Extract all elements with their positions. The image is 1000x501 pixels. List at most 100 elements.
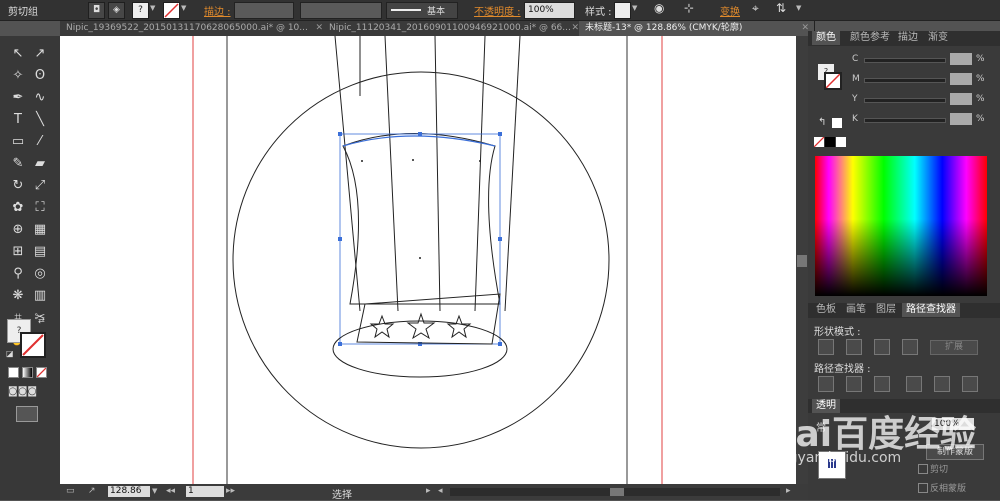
yellow-slider[interactable] [864, 98, 946, 103]
trim-icon[interactable] [846, 376, 862, 392]
expand-button[interactable]: 扩展 [930, 340, 978, 355]
scrollbar-thumb[interactable] [610, 488, 624, 496]
magenta-slider[interactable] [864, 78, 946, 83]
recolor-artwork-icon[interactable]: ◉ [654, 1, 664, 15]
tab-document-2[interactable]: Nipic_11120341_20160901100946921000.ai* … [323, 21, 585, 36]
artboard-nav-icon[interactable]: ▭ [66, 486, 75, 496]
panel-menu-icon[interactable]: ▼ [796, 4, 801, 12]
scale-tool-icon[interactable]: ⤢ [30, 176, 50, 196]
brush-definition-dropdown[interactable]: 基本 [386, 2, 458, 19]
paintbrush-tool-icon[interactable]: ⁄ [30, 132, 50, 152]
opacity-field[interactable]: 100% [524, 2, 575, 19]
scroll-left-icon[interactable]: ◂ [438, 486, 443, 496]
outer-circle[interactable] [232, 71, 610, 449]
black-slider[interactable] [864, 118, 946, 123]
shape-builder-tool-icon[interactable]: ⊕ [8, 220, 28, 240]
close-icon[interactable]: ✕ [315, 21, 323, 36]
isolate-group-button[interactable]: ◘ [88, 2, 105, 19]
align-to-icon[interactable]: ⊹ [684, 1, 694, 15]
intersect-icon[interactable] [874, 339, 890, 355]
graphic-style-swatch[interactable] [614, 2, 631, 19]
mesh-tool-icon[interactable]: ⊞ [8, 242, 28, 262]
fill-swatch-button[interactable]: ? [132, 2, 149, 19]
hat-stars[interactable] [369, 312, 472, 340]
edit-contents-button[interactable]: ◈ [108, 2, 125, 19]
tab-swatches[interactable]: 色板 [812, 303, 840, 317]
tab-layers[interactable]: 图层 [872, 303, 900, 317]
transform-label[interactable]: 变换 [720, 3, 740, 18]
status-menu-icon[interactable]: ▸ [426, 486, 431, 496]
gradient-mode-button[interactable] [22, 367, 33, 378]
artboard-number-field[interactable]: 1 [186, 486, 224, 497]
next-artboard-icon[interactable]: ▸▸ [226, 486, 235, 496]
draw-normal-icon[interactable]: ◙◙◙ [8, 386, 37, 397]
magic-wand-tool-icon[interactable]: ✧ [8, 66, 28, 86]
eyedropper-tool-icon[interactable]: ⚲ [8, 264, 28, 284]
cyan-slider[interactable] [864, 58, 946, 63]
tab-document-1[interactable]: Nipic_19369522_20150131170628065000.ai* … [60, 21, 329, 36]
black-swatch[interactable] [825, 137, 835, 147]
white-swatch[interactable] [836, 137, 846, 147]
divide-icon[interactable] [818, 376, 834, 392]
none-swatch[interactable] [813, 136, 825, 148]
close-icon[interactable]: ✕ [571, 21, 579, 36]
merge-icon[interactable] [874, 376, 890, 392]
cyan-value-field[interactable] [950, 53, 972, 65]
line-tool-icon[interactable]: ╲ [30, 110, 50, 130]
pen-tool-icon[interactable]: ✒ [8, 88, 28, 108]
blend-tool-icon[interactable]: ◎ [30, 264, 50, 284]
first-artboard-icon[interactable]: ◂◂ [166, 486, 175, 496]
default-colors-icon[interactable]: ◪ [6, 349, 14, 358]
free-transform-tool-icon[interactable]: ⛶ [30, 198, 50, 218]
color-spectrum[interactable] [815, 156, 987, 296]
tab-stroke[interactable]: 描边 [894, 31, 922, 45]
selected-path[interactable] [342, 135, 496, 147]
selection-bounding-box[interactable] [339, 133, 501, 345]
minus-front-icon[interactable] [846, 339, 862, 355]
export-icon[interactable]: ↗ [88, 486, 96, 496]
stroke-label[interactable]: 描边 : [204, 3, 231, 18]
black-value-field[interactable] [950, 113, 972, 125]
stroke-dropdown-icon[interactable]: ▼ [181, 4, 186, 12]
stroke-weight-field[interactable] [234, 2, 294, 19]
pencil-tool-icon[interactable]: ✎ [8, 154, 28, 174]
clip-checkbox[interactable] [918, 464, 928, 474]
magenta-value-field[interactable] [950, 73, 972, 85]
horizontal-scrollbar[interactable] [450, 488, 780, 496]
out-of-gamut-icon[interactable]: ↰ [818, 117, 826, 128]
screen-mode-button[interactable] [16, 406, 38, 422]
variable-width-dropdown[interactable] [300, 2, 382, 19]
fill-dropdown-icon[interactable]: ▼ [150, 4, 155, 12]
zoom-dropdown-icon[interactable]: ▼ [152, 487, 157, 495]
tab-pathfinder[interactable]: 路径查找器 [902, 303, 960, 317]
none-mode-button[interactable] [36, 367, 47, 378]
exclude-icon[interactable] [902, 339, 918, 355]
stroke-swatch[interactable] [20, 332, 46, 358]
opacity-label[interactable]: 不透明度 : [474, 3, 521, 18]
hat-brim[interactable] [332, 320, 508, 378]
rectangle-tool-icon[interactable]: ▭ [8, 132, 28, 152]
swap-colors-icon[interactable]: ⇄ [38, 316, 45, 325]
zoom-field[interactable]: 128.86 [108, 486, 150, 497]
color-mode-button[interactable] [8, 367, 19, 378]
scroll-right-icon[interactable]: ▸ [786, 486, 791, 496]
lasso-tool-icon[interactable]: ʘ [30, 66, 50, 86]
tab-brushes[interactable]: 画笔 [842, 303, 870, 317]
tab-color[interactable]: 颜色 [812, 31, 840, 45]
scrollbar-thumb[interactable] [797, 255, 807, 267]
column-graph-tool-icon[interactable]: ▥ [30, 286, 50, 306]
transform-again-icon[interactable]: ⌖ [752, 1, 759, 16]
tab-color-guide[interactable]: 颜色参考 [846, 31, 894, 45]
invert-mask-checkbox[interactable] [918, 483, 928, 493]
style-dropdown-icon[interactable]: ▼ [632, 4, 637, 12]
stroke-swatch-button[interactable] [163, 2, 180, 19]
warp-tool-icon[interactable]: ✿ [8, 198, 28, 218]
gradient-tool-icon[interactable]: ▤ [30, 242, 50, 262]
rotate-tool-icon[interactable]: ↻ [8, 176, 28, 196]
panel-stroke-swatch[interactable] [824, 72, 842, 90]
direct-selection-tool-icon[interactable]: ↗ [30, 44, 50, 64]
outline-icon[interactable] [934, 376, 950, 392]
selection-tool-icon[interactable]: ↖ [8, 44, 28, 64]
hat-stripes[interactable] [334, 36, 521, 312]
minus-back-icon[interactable] [962, 376, 978, 392]
